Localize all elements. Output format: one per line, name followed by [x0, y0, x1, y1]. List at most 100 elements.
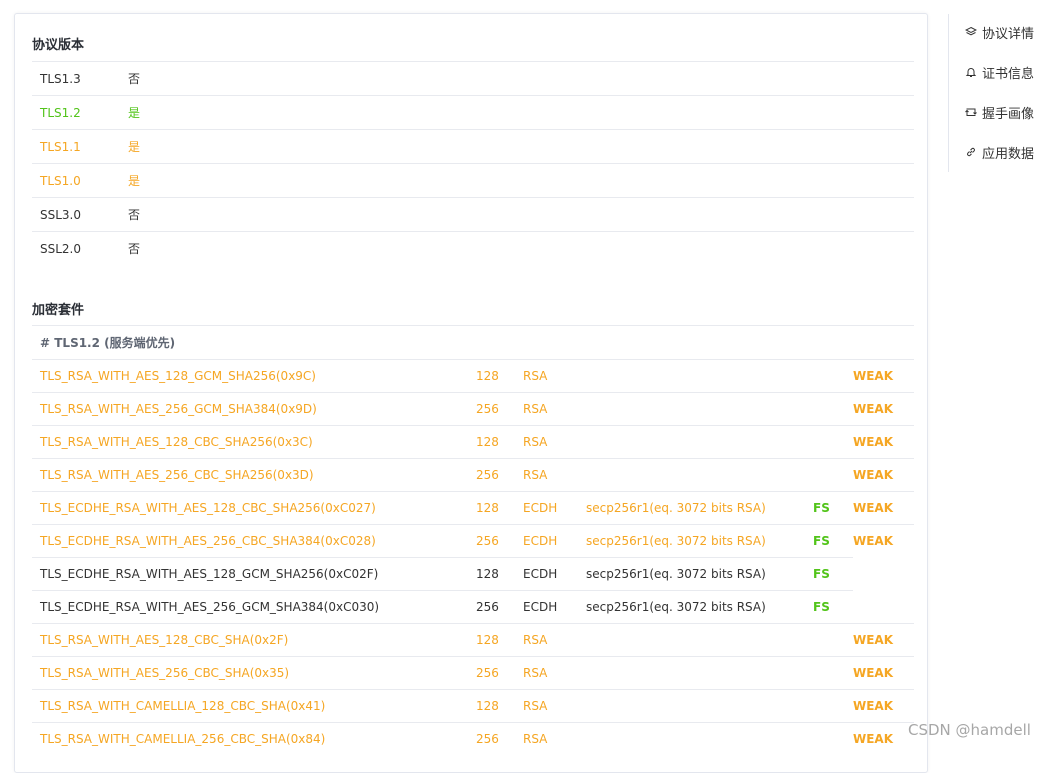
cipher-bits: 128 [476, 359, 523, 393]
cipher-name: TLS_RSA_WITH_AES_128_CBC_SHA256(0x3C) [32, 425, 476, 459]
cipher-bits: 256 [476, 524, 523, 558]
cipher-fs-badge [813, 458, 853, 492]
cipher-weak-badge: WEAK [853, 656, 914, 690]
cipher-weak-badge: WEAK [853, 458, 914, 492]
cipher-row: TLS_RSA_WITH_AES_128_CBC_SHA256(0x3C) 128… [32, 425, 914, 459]
cipher-bits: 128 [476, 491, 523, 525]
cipher-weak-badge: WEAK [853, 689, 914, 723]
cipher-curve [586, 359, 813, 393]
cipher-weak-badge [853, 558, 914, 591]
cipher-section-title: 加密套件 [32, 303, 85, 318]
side-nav-label: 握手画像 [982, 106, 1035, 122]
cipher-kex: RSA [523, 722, 586, 756]
report-card: 协议版本 TLS1.3 否 TLS1.2 是 TLS1.1 是 TLS1.0 是 SSL3.0 否… [14, 13, 928, 773]
cipher-bits: 128 [476, 623, 523, 657]
cipher-curve: secp256r1(eq. 3072 bits RSA) [586, 590, 813, 624]
cipher-weak-badge: WEAK [853, 392, 914, 426]
side-nav-item-protocol[interactable]: 协议详情 [965, 22, 1034, 42]
cipher-row: TLS_RSA_WITH_AES_128_CBC_SHA(0x2F) 128 RSA… [32, 623, 914, 657]
protocol-name: TLS1.2 [40, 105, 81, 120]
layers-icon [965, 26, 977, 36]
protocol-name: SSL2.0 [40, 241, 82, 256]
cipher-name: TLS_RSA_WITH_CAMELLIA_256_CBC_SHA(0x84) [32, 722, 476, 756]
cipher-kex: ECDH [523, 524, 586, 558]
cipher-kex: ECDH [523, 491, 586, 525]
side-nav-item-handshake[interactable]: 握手画像 [965, 102, 1034, 122]
cipher-name: TLS_ECDHE_RSA_WITH_AES_128_GCM_SHA256(0x… [32, 557, 476, 591]
protocol-table: TLS1.3 否 TLS1.2 是 TLS1.1 是 TLS1.0 是 SSL3.0 否 SSL2.… [32, 61, 914, 266]
protocol-row: SSL3.0 否 [32, 197, 914, 232]
cipher-curve [586, 425, 813, 459]
cipher-kex: ECDH [523, 557, 586, 591]
side-nav-item-appdata[interactable]: 应用数据 [965, 142, 1034, 162]
protocol-support: 是 [128, 174, 141, 188]
protocol-row: TLS1.0 是 [32, 163, 914, 198]
protocol-support: 否 [128, 208, 141, 222]
cipher-weak-badge: WEAK [853, 359, 914, 393]
cipher-row: TLS_ECDHE_RSA_WITH_AES_128_CBC_SHA256(0x… [32, 491, 914, 525]
cipher-group-header-row: # TLS1.2 (服务端优先) [32, 325, 914, 360]
cipher-name: TLS_RSA_WITH_AES_256_CBC_SHA256(0x3D) [32, 458, 476, 492]
protocol-support: 是 [128, 106, 141, 120]
cipher-fs-badge [813, 359, 853, 393]
cipher-fs-badge: FS [813, 557, 853, 591]
cipher-name: TLS_ECDHE_RSA_WITH_AES_256_CBC_SHA384(0x… [32, 524, 476, 558]
protocol-section-title: 协议版本 [32, 38, 85, 53]
side-nav-label: 证书信息 [982, 66, 1035, 82]
cipher-group-header: # TLS1.2 (服务端优先) [32, 325, 914, 360]
protocol-name: TLS1.0 [40, 173, 81, 188]
cipher-row: TLS_RSA_WITH_AES_256_GCM_SHA384(0x9D) 256… [32, 392, 914, 426]
protocol-support: 是 [128, 140, 141, 154]
protocol-support: 否 [128, 72, 141, 86]
swap-icon [965, 108, 977, 116]
cipher-name: TLS_RSA_WITH_AES_256_CBC_SHA(0x35) [32, 656, 476, 690]
cipher-curve [586, 722, 813, 756]
cipher-kex: RSA [523, 656, 586, 690]
cipher-weak-badge: WEAK [853, 425, 914, 459]
cipher-kex: RSA [523, 392, 586, 426]
cipher-row: TLS_RSA_WITH_AES_256_CBC_SHA256(0x3D) 256… [32, 458, 914, 492]
cipher-weak-badge: WEAK [853, 623, 914, 657]
cipher-bits: 128 [476, 557, 523, 591]
cipher-curve: secp256r1(eq. 3072 bits RSA) [586, 524, 813, 558]
cipher-bits: 128 [476, 425, 523, 459]
cipher-row: TLS_RSA_WITH_AES_128_GCM_SHA256(0x9C) 128… [32, 359, 914, 393]
protocol-row: SSL2.0 否 [32, 231, 914, 266]
protocol-support: 否 [128, 242, 141, 257]
cipher-fs-badge [813, 656, 853, 690]
cipher-row: TLS_ECDHE_RSA_WITH_AES_256_CBC_SHA384(0x… [32, 524, 914, 558]
cipher-name: TLS_ECDHE_RSA_WITH_AES_256_GCM_SHA384(0x… [32, 590, 476, 624]
cipher-name: TLS_RSA_WITH_AES_128_GCM_SHA256(0x9C) [32, 359, 476, 393]
side-nav-item-cert[interactable]: 证书信息 [965, 62, 1034, 82]
cipher-table: # TLS1.2 (服务端优先) TLS_RSA_WITH_AES_128_GC… [32, 325, 914, 756]
cipher-fs-badge: FS [813, 491, 853, 525]
link-icon [967, 147, 975, 157]
cipher-weak-badge: WEAK [853, 722, 914, 756]
cipher-name: TLS_RSA_WITH_AES_256_GCM_SHA384(0x9D) [32, 392, 476, 426]
protocol-name: TLS1.1 [40, 139, 81, 154]
cipher-kex: RSA [523, 623, 586, 657]
cipher-curve [586, 392, 813, 426]
cipher-bits: 256 [476, 590, 523, 624]
side-nav: 协议详情 证书信息 握手画像 应用数据 [948, 14, 1059, 172]
cipher-name: TLS_ECDHE_RSA_WITH_AES_128_CBC_SHA256(0x… [32, 491, 476, 525]
cipher-kex: RSA [523, 359, 586, 393]
cipher-row: TLS_ECDHE_RSA_WITH_AES_128_GCM_SHA256(0x… [32, 557, 914, 591]
side-nav-label: 应用数据 [982, 146, 1035, 162]
cipher-name: TLS_RSA_WITH_AES_128_CBC_SHA(0x2F) [32, 623, 476, 657]
protocol-name: TLS1.3 [40, 71, 81, 86]
cipher-row: TLS_RSA_WITH_CAMELLIA_128_CBC_SHA(0x41) 1… [32, 689, 914, 723]
side-nav-label: 协议详情 [982, 26, 1035, 42]
cipher-fs-badge [813, 722, 853, 756]
cipher-row: TLS_RSA_WITH_AES_256_CBC_SHA(0x35) 256 RSA… [32, 656, 914, 690]
cipher-bits: 256 [476, 722, 523, 756]
cipher-weak-badge: WEAK [853, 491, 914, 525]
protocol-name: SSL3.0 [40, 207, 82, 222]
cipher-row: TLS_ECDHE_RSA_WITH_AES_256_GCM_SHA384(0x… [32, 590, 914, 624]
cipher-fs-badge [813, 689, 853, 723]
cipher-curve [586, 689, 813, 723]
cipher-row: TLS_RSA_WITH_CAMELLIA_256_CBC_SHA(0x84) 2… [32, 722, 914, 756]
cipher-curve [586, 656, 813, 690]
bell-icon [965, 68, 977, 77]
cipher-curve: secp256r1(eq. 3072 bits RSA) [586, 491, 813, 525]
